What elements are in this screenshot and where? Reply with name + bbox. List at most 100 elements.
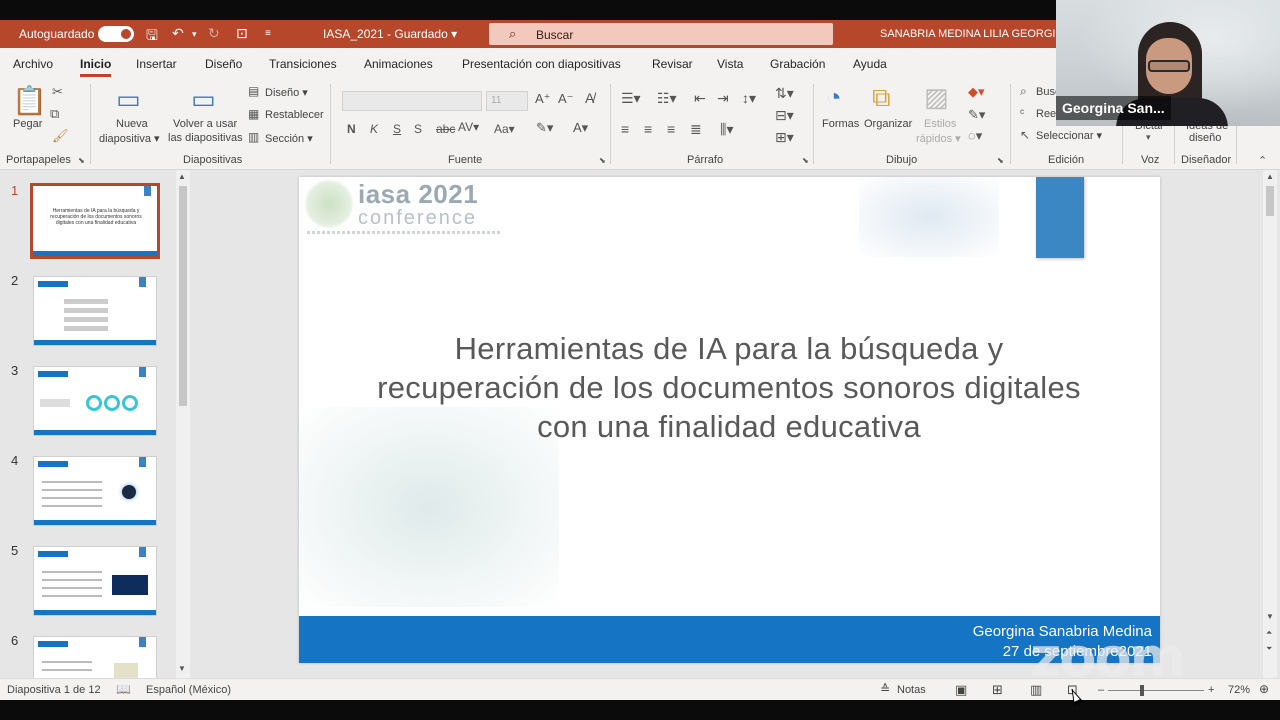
shadow-icon[interactable]: S [414, 122, 422, 136]
zoom-in-icon[interactable]: + [1208, 684, 1214, 696]
change-case-icon[interactable]: Aa▾ [494, 122, 515, 136]
tab-ayuda[interactable]: Ayuda [853, 57, 887, 71]
select-icon[interactable]: ↖ [1020, 128, 1030, 142]
quick-styles-label-2[interactable]: rápidos ▾ [916, 132, 961, 145]
quick-styles-icon[interactable]: ▨ [924, 82, 949, 113]
align-right-icon[interactable]: ≡ [667, 121, 675, 137]
align-left-icon[interactable]: ≡ [621, 121, 629, 137]
undo-dropdown-icon[interactable]: ▾ [192, 29, 197, 40]
font-name-box[interactable] [342, 91, 482, 111]
drawing-launcher-icon[interactable]: ⬊ [997, 156, 1004, 165]
section-button[interactable]: Sección ▾ [265, 132, 313, 145]
font-size-box[interactable]: 11 [486, 91, 528, 111]
tab-transiciones[interactable]: Transiciones [269, 57, 337, 71]
previous-slide-icon[interactable]: ⏶ [1266, 628, 1272, 638]
slide-thumbnail-5[interactable] [33, 546, 157, 616]
notes-icon[interactable]: ≙ [880, 682, 890, 696]
slide-thumbnail-3[interactable] [33, 366, 157, 436]
spacing-icon[interactable]: AV▾ [458, 120, 479, 134]
shape-outline-icon[interactable]: ✎▾ [968, 107, 985, 123]
normal-view-icon[interactable]: ▣ [955, 682, 967, 698]
strikethrough-icon[interactable]: abc [436, 122, 455, 136]
paste-icon[interactable]: 📋 [12, 84, 47, 117]
tab-revisar[interactable]: Revisar [652, 57, 693, 71]
notes-button[interactable]: Notas [897, 684, 926, 696]
shapes-button[interactable]: Formas [822, 118, 859, 130]
zoom-slider[interactable] [1108, 690, 1204, 691]
user-name[interactable]: SANABRIA MEDINA LILIA GEORGINA [880, 28, 1071, 40]
justify-icon[interactable]: ≣ [690, 121, 702, 138]
underline-icon[interactable]: S [393, 122, 401, 136]
slide-thumbnail-2[interactable] [33, 276, 157, 346]
thumbnail-scrollbar[interactable]: ▲ ▼ [176, 170, 190, 678]
slide-canvas[interactable]: iasa 2021 conference Herramientas de IA … [299, 177, 1160, 663]
slide-scrollbar[interactable]: ▲ ▼ ⏶ ⏷ [1263, 170, 1277, 678]
cut-icon[interactable]: ✂ [52, 84, 63, 100]
paragraph-launcher-icon[interactable]: ⬊ [802, 156, 809, 165]
format-painter-icon[interactable]: 🖌 [52, 128, 69, 144]
collapse-ribbon-icon[interactable]: ⌃ [1258, 154, 1267, 167]
font-launcher-icon[interactable]: ⬊ [599, 156, 606, 165]
new-slide-label-1[interactable]: Nueva [116, 118, 148, 130]
present-icon[interactable]: ⊡ [236, 25, 248, 42]
line-spacing-icon[interactable]: ↕▾ [742, 90, 756, 107]
reuse-slides-label-2[interactable]: las diapositivas [168, 132, 243, 144]
text-direction-icon[interactable]: ⇅▾ [775, 85, 794, 102]
shrink-font-icon[interactable]: A⁻ [558, 91, 574, 107]
smartart-icon[interactable]: ⊞▾ [775, 129, 794, 146]
reset-icon[interactable]: ▦ [248, 107, 259, 121]
scroll-down-icon[interactable]: ▼ [178, 664, 186, 673]
clipboard-launcher-icon[interactable]: ⬊ [78, 156, 85, 165]
copy-icon[interactable]: ⧉ [50, 106, 59, 122]
zoom-level[interactable]: 72% [1228, 684, 1250, 696]
align-center-icon[interactable]: ≡ [644, 121, 652, 137]
autosave-toggle[interactable] [98, 26, 134, 42]
undo-icon[interactable]: ↶ [172, 25, 184, 42]
reuse-slides-label-1[interactable]: Volver a usar [173, 118, 237, 130]
slide-title[interactable]: Herramientas de IA para la búsqueda y re… [359, 329, 1099, 446]
tab-presentacion[interactable]: Presentación con diapositivas [462, 57, 621, 71]
tab-inicio[interactable]: Inicio [80, 57, 112, 77]
shape-fill-icon[interactable]: ◆▾ [968, 84, 985, 100]
numbering-icon[interactable]: ☷▾ [657, 90, 677, 107]
replace-icon[interactable]: ᶜ [1020, 106, 1024, 120]
redo-icon[interactable]: ↻ [208, 25, 220, 42]
search-box[interactable]: ⌕ Buscar [489, 23, 833, 45]
document-title[interactable]: IASA_2021 - Guardado ▾ [323, 27, 457, 41]
tab-grabacion[interactable]: Grabación [770, 57, 825, 71]
slide-thumbnail-4[interactable] [33, 456, 157, 526]
dictate-dropdown-icon[interactable]: ▾ [1146, 132, 1151, 143]
new-slide-icon[interactable]: ▭ [116, 84, 141, 115]
reset-button[interactable]: Restablecer [265, 109, 324, 121]
shape-effects-icon[interactable]: ◌▾ [968, 128, 982, 144]
scroll-up-icon[interactable]: ▲ [178, 172, 186, 181]
tab-diseno[interactable]: Diseño [205, 57, 242, 71]
tab-archivo[interactable]: Archivo [13, 57, 53, 71]
slide-sorter-icon[interactable]: ⊞ [992, 682, 1003, 698]
decrease-indent-icon[interactable]: ⇤ [694, 90, 706, 107]
tab-vista[interactable]: Vista [717, 57, 743, 71]
fit-to-window-icon[interactable]: ⊕ [1259, 682, 1269, 696]
clear-format-icon[interactable]: A̸ [585, 90, 594, 106]
customize-qat-icon[interactable]: ≡ [265, 28, 271, 39]
columns-icon[interactable]: ⫼▾ [720, 121, 733, 138]
arrange-button[interactable]: Organizar [864, 118, 912, 130]
thumbnail-scroll-thumb[interactable] [179, 186, 187, 406]
bullets-icon[interactable]: ☰▾ [621, 90, 641, 107]
scroll-up-icon[interactable]: ▲ [1266, 172, 1274, 181]
new-slide-label-2[interactable]: diapositiva ▾ [99, 132, 160, 145]
webcam-video[interactable]: Georgina San... [1056, 0, 1280, 126]
layout-icon[interactable]: ▤ [248, 84, 259, 98]
select-button[interactable]: Seleccionar ▾ [1036, 129, 1102, 142]
layout-button[interactable]: Diseño ▾ [265, 86, 308, 99]
grow-font-icon[interactable]: A⁺ [535, 91, 551, 107]
highlight-icon[interactable]: ✎▾ [536, 120, 553, 136]
shapes-icon[interactable]: ◔ [826, 82, 842, 113]
section-icon[interactable]: ▥ [248, 130, 259, 144]
tab-animaciones[interactable]: Animaciones [364, 57, 433, 71]
arrange-icon[interactable]: ⧉ [872, 82, 891, 114]
italic-icon[interactable]: K [370, 122, 378, 136]
reuse-slides-icon[interactable]: ▭ [191, 84, 216, 115]
font-color-icon[interactable]: A▾ [573, 120, 588, 136]
quick-styles-label-1[interactable]: Estilos [924, 118, 956, 130]
